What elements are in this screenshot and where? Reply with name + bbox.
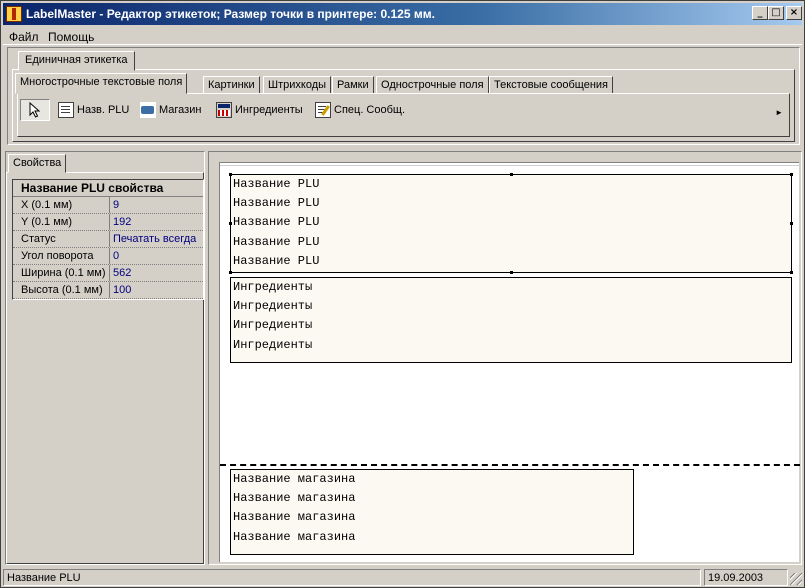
property-row-height[interactable]: Высота (0.1 мм) 100 <box>13 282 203 299</box>
plu-name-line: Название PLU <box>233 253 320 268</box>
property-row-status[interactable]: Статус Печатать всегда <box>13 231 203 248</box>
status-bar: Название PLU 19.09.2003 <box>3 568 802 586</box>
pointer-icon <box>29 102 41 118</box>
window-title: LabelMaster - Редактор этикеток; Размер … <box>26 7 435 21</box>
special-message-icon <box>315 102 331 118</box>
tab-properties[interactable]: Свойства <box>8 154 67 173</box>
plu-name-line: Название PLU <box>233 177 320 191</box>
single-label-panel: Многострочные текстовые поля Картинки Шт… <box>12 69 795 142</box>
property-value[interactable]: 100 <box>110 282 203 298</box>
plu-name-line: Название PLU <box>233 196 320 211</box>
ingredients-field[interactable]: Ингредиенты Ингредиенты Ингредиенты Ингр… <box>230 277 792 363</box>
label-top-edge <box>220 165 800 166</box>
resize-handle[interactable] <box>510 271 513 274</box>
ingredients-line: Ингредиенты <box>233 280 313 294</box>
label-canvas-frame: Название PLU Название PLU Название PLU Н… <box>208 151 802 565</box>
shop-tool-label: Магазин <box>159 104 202 116</box>
property-grid: Название PLU свойства X (0.1 мм) 9 Y (0.… <box>12 179 204 300</box>
resize-handle[interactable] <box>790 222 793 225</box>
resize-handle[interactable] <box>229 173 232 176</box>
toolbar-area: Единичная этикетка Многострочные текстов… <box>7 47 800 145</box>
toolbar-scroll-right-icon[interactable]: ► <box>775 108 783 117</box>
ingredients-line: Ингредиенты <box>233 299 313 314</box>
close-button[interactable]: × <box>786 6 802 20</box>
property-name: Высота (0.1 мм) <box>13 282 110 298</box>
shop-icon <box>140 102 156 118</box>
resize-handle[interactable] <box>790 173 793 176</box>
property-value[interactable]: 0 <box>110 248 203 264</box>
properties-panel: Свойства Название PLU свойства X (0.1 мм… <box>5 151 205 565</box>
property-name: Статус <box>13 231 110 247</box>
menu-bar: Файл Помощь <box>3 27 802 45</box>
ingredients-line: Ингредиенты <box>233 337 313 352</box>
tab-frames[interactable]: Рамки <box>332 76 374 94</box>
menu-file[interactable]: Файл <box>9 30 39 44</box>
shop-name-line: Название магазина <box>233 510 356 525</box>
status-selected-object: Название PLU <box>3 569 701 586</box>
label-cut-line <box>220 464 800 466</box>
property-value[interactable]: 9 <box>110 197 203 213</box>
plu-name-tool-button[interactable]: Назв. PLU <box>58 99 129 121</box>
maximize-button[interactable]: □ <box>768 6 784 20</box>
minimize-button[interactable]: _ <box>752 6 768 20</box>
pointer-tool-button[interactable] <box>20 99 50 121</box>
tab-multiline-text-fields[interactable]: Многострочные текстовые поля <box>15 73 188 94</box>
special-message-tool-label: Спец. Сообщ. <box>334 104 406 116</box>
property-row-rotation[interactable]: Угол поворота 0 <box>13 248 203 265</box>
tab-text-messages[interactable]: Текстовые сообщения <box>489 76 613 94</box>
property-value[interactable]: Печатать всегда <box>110 231 203 247</box>
plu-name-line: Название PLU <box>233 234 320 249</box>
property-value[interactable]: 562 <box>110 265 203 281</box>
property-row-width[interactable]: Ширина (0.1 мм) 562 <box>13 265 203 282</box>
tab-barcodes[interactable]: Штрихкоды <box>263 76 332 94</box>
ingredients-line: Ингредиенты <box>233 318 313 333</box>
shop-tool-button[interactable]: Магазин <box>140 99 201 121</box>
ingredients-tool-label: Ингредиенты <box>235 104 303 116</box>
document-icon <box>58 102 74 118</box>
property-name: X (0.1 мм) <box>13 197 110 213</box>
property-row-x[interactable]: X (0.1 мм) 9 <box>13 197 203 214</box>
shop-name-line: Название магазина <box>233 529 356 544</box>
property-name: Ширина (0.1 мм) <box>13 265 110 281</box>
ingredients-tool-button[interactable]: Ингредиенты <box>216 99 303 121</box>
resize-grip-icon[interactable] <box>790 573 802 585</box>
tab-pictures[interactable]: Картинки <box>203 76 260 94</box>
shop-name-line: Название магазина <box>233 472 356 486</box>
plu-name-line: Название PLU <box>233 215 320 230</box>
special-message-tool-button[interactable]: Спец. Сообщ. <box>315 99 405 121</box>
property-value[interactable]: 192 <box>110 214 203 230</box>
resize-handle[interactable] <box>229 222 232 225</box>
title-bar[interactable]: LabelMaster - Редактор этикеток; Размер … <box>3 3 802 25</box>
property-grid-header: Название PLU свойства <box>13 180 203 197</box>
status-date: 19.09.2003 <box>704 569 788 586</box>
tab-single-line-fields[interactable]: Однострочные поля <box>376 76 489 94</box>
menu-help[interactable]: Помощь <box>48 30 94 44</box>
resize-handle[interactable] <box>790 271 793 274</box>
label-canvas[interactable]: Название PLU Название PLU Название PLU Н… <box>219 162 800 562</box>
app-window: LabelMaster - Редактор этикеток; Размер … <box>0 0 805 588</box>
multiline-fields-panel: Назв. PLU Магазин Ингредиенты Спец. Сооб… <box>17 93 790 137</box>
shop-name-line: Название магазина <box>233 491 356 506</box>
property-name: Y (0.1 мм) <box>13 214 110 230</box>
tab-single-label[interactable]: Единичная этикетка <box>18 51 135 71</box>
plu-name-tool-label: Назв. PLU <box>77 104 130 116</box>
property-name: Угол поворота <box>13 248 110 264</box>
plu-name-field[interactable]: Название PLU Название PLU Название PLU Н… <box>229 173 793 274</box>
property-row-y[interactable]: Y (0.1 мм) 192 <box>13 214 203 231</box>
resize-handle[interactable] <box>229 271 232 274</box>
ingredients-icon <box>216 102 232 118</box>
shop-name-field[interactable]: Название магазина Название магазина Назв… <box>230 469 634 555</box>
labelmaster-app-icon[interactable] <box>6 6 22 22</box>
resize-handle[interactable] <box>510 173 513 176</box>
properties-page: Название PLU свойства X (0.1 мм) 9 Y (0.… <box>6 172 204 564</box>
